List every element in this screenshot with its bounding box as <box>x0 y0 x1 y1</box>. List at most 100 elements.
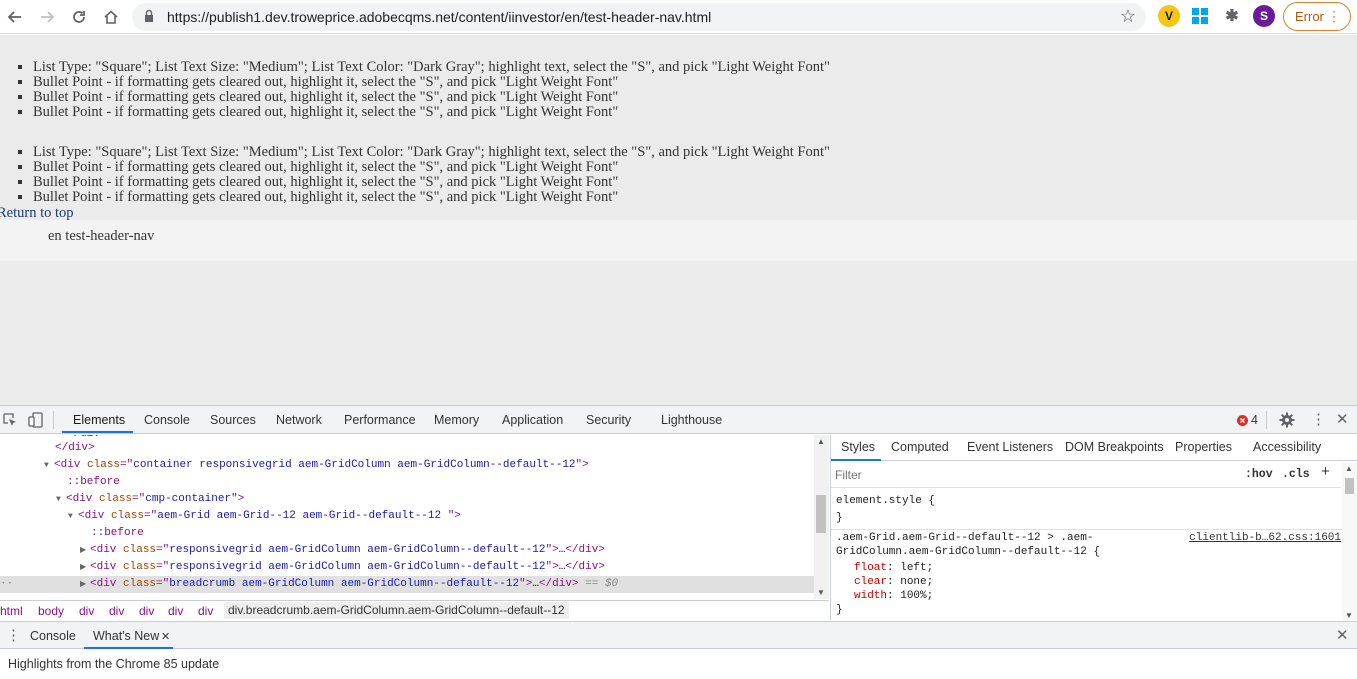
dom-line[interactable]: ::before <box>0 525 814 542</box>
collapsed-triangle-icon[interactable]: ▶ <box>80 559 90 576</box>
scroll-up-icon[interactable]: ▲ <box>817 437 825 446</box>
tab-sources[interactable]: Sources <box>210 413 256 427</box>
bullet-list-1: List Type: "Square"; List Text Size: "Me… <box>33 60 830 120</box>
close-devtools-icon[interactable]: ✕ <box>1336 410 1349 428</box>
scroll-down-icon[interactable]: ▼ <box>1345 611 1353 620</box>
crumb-div[interactable]: div <box>79 604 94 618</box>
cls-toggle[interactable]: .cls <box>1282 468 1310 481</box>
extensions-puzzle-icon[interactable]: ✱ <box>1221 5 1243 27</box>
close-drawer-icon[interactable]: ✕ <box>1336 626 1349 644</box>
devtools-panel: Elements Console Sources Network Perform… <box>0 405 1357 679</box>
tab-styles[interactable]: Styles <box>841 440 875 454</box>
scroll-up-icon[interactable]: ▲ <box>1345 464 1353 473</box>
tab-application[interactable]: Application <box>502 413 563 427</box>
device-toolbar-icon[interactable] <box>28 412 44 428</box>
tab-computed[interactable]: Computed <box>891 440 949 454</box>
dom-line[interactable]: ▶ <div class="responsivegrid aem-GridColu… <box>0 559 814 576</box>
collapsed-triangle-icon[interactable]: ▶ <box>80 576 90 593</box>
forward-icon[interactable] <box>35 5 59 29</box>
expand-triangle-icon[interactable]: ▼ <box>44 457 54 474</box>
drawer-tab-console[interactable]: Console <box>30 629 76 643</box>
drawer-tab-bar: ⋮ Console What's New ✕ ✕ <box>0 621 1357 649</box>
styles-pane: Styles Computed Event Listeners DOM Brea… <box>830 435 1357 620</box>
crumb-div[interactable]: div <box>139 604 154 618</box>
collapsed-triangle-icon[interactable]: ▶ <box>80 542 90 559</box>
close-tab-icon[interactable]: ✕ <box>161 630 170 643</box>
scroll-down-icon[interactable]: ▼ <box>817 588 825 597</box>
hov-toggle[interactable]: :hov <box>1245 468 1273 481</box>
toolbar-divider <box>1266 411 1267 429</box>
dom-line[interactable]: ▼ <div class="cmp-container"> <box>0 491 814 508</box>
lock-icon[interactable] <box>144 9 154 23</box>
dom-line[interactable]: ▶ <div class="responsivegrid aem-GridColu… <box>0 542 814 559</box>
css-declaration[interactable]: clear: none; <box>854 576 933 588</box>
tab-security[interactable]: Security <box>586 413 631 427</box>
url-text[interactable]: https://publish1.dev.troweprice.adobecqm… <box>167 9 711 25</box>
more-options-icon[interactable]: ⋮ <box>1311 410 1326 428</box>
tab-lighthouse[interactable]: Lighthouse <box>661 413 722 427</box>
styles-filter-input[interactable] <box>835 466 1235 484</box>
css-rule-selector[interactable]: .aem-Grid.aem-Grid--default--12 > .aem- <box>836 532 1093 544</box>
error-circle-icon[interactable] <box>1237 415 1248 426</box>
dom-line[interactable]: ▼ <div class="aem-Grid aem-Grid--12 aem-G… <box>0 508 814 525</box>
expand-triangle-icon[interactable]: ▼ <box>56 491 66 508</box>
toolbar-divider <box>53 411 54 429</box>
elements-tree: </div> </div> ▼<div class="container res… <box>0 435 829 599</box>
rule-close: } <box>836 512 843 524</box>
home-icon[interactable] <box>99 5 123 29</box>
tab-properties[interactable]: Properties <box>1175 440 1232 454</box>
crumb-div[interactable]: div <box>168 604 183 618</box>
styles-scrollbar[interactable]: ▲ ▼ <box>1342 462 1357 620</box>
whats-new-panel: Highlights from the Chrome 85 update <box>0 650 1357 679</box>
scrollbar-thumb[interactable] <box>816 495 826 533</box>
dom-line[interactable]: ▼ <div class="container responsivegrid ae… <box>0 457 814 474</box>
tab-network[interactable]: Network <box>276 413 322 427</box>
tab-accessibility[interactable]: Accessibility <box>1253 440 1321 454</box>
styles-filter-row: :hov .cls + <box>831 462 1341 488</box>
crumb-div[interactable]: div <box>198 604 213 618</box>
dom-line[interactable]: </div> <box>0 440 814 457</box>
back-icon[interactable] <box>3 5 27 29</box>
inspect-element-icon[interactable] <box>3 413 17 427</box>
list-item: Bullet Point - if formatting gets cleare… <box>33 90 830 105</box>
expand-triangle-icon[interactable]: ▼ <box>68 508 78 525</box>
breadcrumb-text[interactable]: en test-header-nav <box>48 228 154 245</box>
css-rule-selector[interactable]: GridColumn.aem-GridColumn--default--12 { <box>836 546 1100 558</box>
drawer-menu-icon[interactable]: ⋮ <box>6 626 21 644</box>
error-label: Error <box>1295 9 1324 24</box>
new-rule-button[interactable]: + <box>1321 464 1330 481</box>
address-bar[interactable]: https://publish1.dev.troweprice.adobecqm… <box>132 3 1146 31</box>
tab-console[interactable]: Console <box>144 413 190 427</box>
crumb-current[interactable]: div.breadcrumb.aem-GridColumn.aem-GridCo… <box>224 602 569 619</box>
dom-line[interactable]: ::before <box>0 474 814 491</box>
dom-line-selected[interactable]: ·· ▶ <div class="breadcrumb aem-GridColum… <box>0 576 814 593</box>
scrollbar-thumb[interactable] <box>1345 478 1354 494</box>
tab-performance[interactable]: Performance <box>344 413 416 427</box>
settings-gear-icon[interactable] <box>1279 412 1295 428</box>
tab-elements[interactable]: Elements <box>73 413 125 427</box>
crumb-div[interactable]: div <box>109 604 124 618</box>
devtools-tab-bar: Elements Console Sources Network Perform… <box>0 406 1357 434</box>
css-source-link[interactable]: clientlib-b…62.css:1601 <box>1189 532 1341 544</box>
extension-v-icon[interactable]: V <box>1158 5 1180 27</box>
element-style-selector[interactable]: element.style { <box>836 495 935 507</box>
tab-dom-breakpoints[interactable]: DOM Breakpoints <box>1065 440 1164 454</box>
rule-divider <box>831 529 1343 530</box>
crumb-html[interactable]: html <box>0 604 23 618</box>
tab-event-listeners[interactable]: Event Listeners <box>967 440 1053 454</box>
reload-icon[interactable] <box>67 5 91 29</box>
dom-line-gutter: ·· <box>0 578 14 590</box>
crumb-body[interactable]: body <box>38 604 64 618</box>
list-item: Bullet Point - if formatting gets cleare… <box>33 75 830 90</box>
css-declaration[interactable]: float: left; <box>854 562 933 574</box>
tab-memory[interactable]: Memory <box>434 413 479 427</box>
browser-toolbar: https://publish1.dev.troweprice.adobecqm… <box>0 0 1357 34</box>
error-button[interactable]: Error ⋮ <box>1283 2 1351 31</box>
profile-avatar[interactable]: S <box>1253 5 1275 27</box>
bookmark-star-icon[interactable]: ☆ <box>1120 6 1136 27</box>
error-count[interactable]: 4 <box>1251 413 1258 427</box>
css-declaration[interactable]: width: 100%; <box>854 590 933 602</box>
windows-extension-icon[interactable] <box>1189 5 1211 27</box>
drawer-tab-whats-new[interactable]: What's New <box>93 629 159 643</box>
elements-scrollbar[interactable]: ▲ ▼ <box>814 435 829 599</box>
